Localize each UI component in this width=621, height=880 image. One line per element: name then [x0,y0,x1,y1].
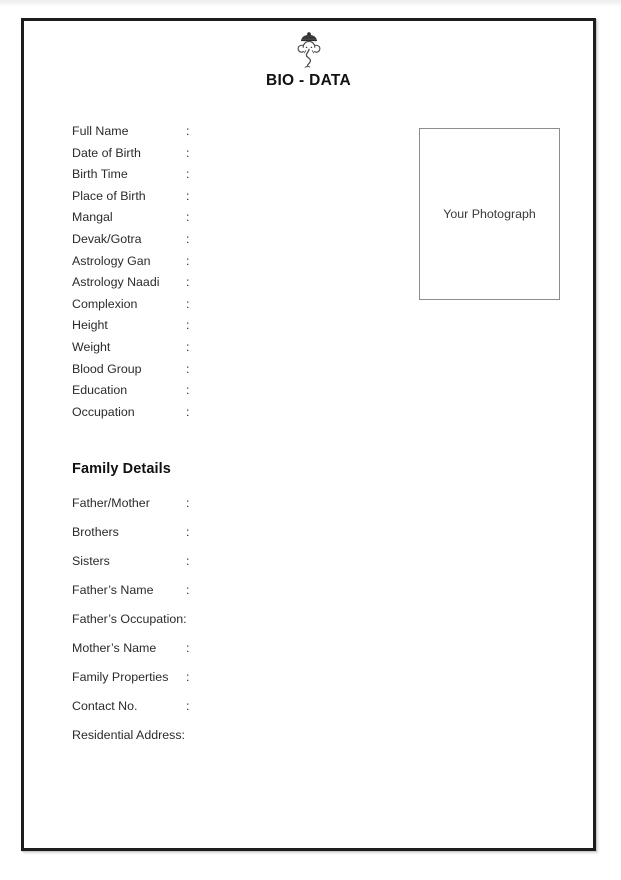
field-separator: : [186,361,190,376]
field-separator: : [186,253,190,268]
document-header: BIO - DATA [24,21,593,90]
field-separator: : [181,728,185,742]
field-label: Family Properties [72,670,169,684]
field-row-astrology-gan: Astrology Gan : [72,251,402,273]
field-label: Father’s Name [72,583,154,597]
field-row-fathers-name: Father’s Name : [72,576,412,605]
field-separator: : [186,231,190,246]
field-row-fathers-occupation: Father’s Occupation : [72,605,412,634]
field-separator: : [186,145,190,160]
field-separator: : [186,210,190,225]
field-label: Astrology Gan [72,253,151,268]
field-row-full-name: Full Name : [72,121,402,143]
field-label: Astrology Naadi [72,275,160,290]
field-label: Sisters [72,554,110,568]
photo-placeholder-caption: Your Photograph [443,207,536,221]
ganesha-icon [24,31,593,69]
field-label: Occupation [72,404,135,419]
field-separator: : [186,296,190,311]
family-details-list: Father/Mother : Brothers : Sisters : Fat… [72,489,412,750]
field-row-blood-group: Blood Group : [72,359,402,381]
field-row-contact-no: Contact No. : [72,692,412,721]
field-separator: : [186,554,190,568]
field-label: Full Name [72,124,129,138]
field-row-date-of-birth: Date of Birth : [72,143,402,165]
field-separator: : [186,583,190,597]
field-row-residential-address: Residential Address : [72,721,412,750]
field-row-education: Education : [72,380,402,402]
field-separator: : [186,275,190,290]
field-label: Brothers [72,525,119,539]
field-separator: : [186,339,190,354]
field-separator: : [186,641,190,655]
field-row-brothers: Brothers : [72,518,412,547]
field-separator: : [186,699,190,713]
field-label: Father’s Occupation [72,612,184,626]
field-row-devak-gotra: Devak/Gotra : [72,229,402,251]
field-label: Complexion [72,296,138,311]
field-label: Mother’s Name [72,641,157,655]
field-row-birth-time: Birth Time : [72,164,402,186]
field-separator: : [186,525,190,539]
field-label: Education [72,383,128,398]
page-title: BIO - DATA [265,72,352,89]
field-label: Weight [72,339,111,354]
field-row-weight: Weight : [72,337,402,359]
field-label: Father/Mother [72,496,150,510]
field-row-astrology-naadi: Astrology Naadi : [72,272,402,294]
field-row-place-of-birth: Place of Birth : [72,186,402,208]
field-label: Residential Address [72,728,182,742]
field-row-family-properties: Family Properties : [72,663,412,692]
field-label: Height [72,318,108,333]
field-row-mothers-name: Mother’s Name : [72,634,412,663]
field-label: Devak/Gotra [72,231,142,246]
top-gray-band [0,0,621,7]
field-label: Date of Birth [72,145,141,160]
field-row-sisters: Sisters : [72,547,412,576]
field-row-occupation: Occupation : [72,402,402,424]
field-separator: : [186,188,190,203]
field-row-father-mother: Father/Mother : [72,489,412,518]
field-separator: : [186,496,190,510]
field-row-height: Height : [72,315,402,337]
photo-placeholder-box[interactable]: Your Photograph [419,128,560,300]
field-separator: : [186,167,190,182]
field-label: Birth Time [72,167,128,182]
field-row-complexion: Complexion : [72,294,402,316]
field-separator: : [186,124,190,138]
field-separator: : [186,670,190,684]
field-label: Contact No. [72,699,138,713]
family-details-heading: Family Details [72,461,171,477]
field-separator: : [186,404,190,419]
field-separator: : [186,318,190,333]
biodata-page: BIO - DATA Full Name : Date of Birth : B… [21,18,596,851]
field-row-mangal: Mangal : [72,207,402,229]
field-label: Mangal [72,210,113,225]
field-label: Place of Birth [72,188,146,203]
personal-details-list: Full Name : Date of Birth : Birth Time :… [72,121,402,423]
field-separator: : [183,612,187,626]
field-separator: : [186,383,190,398]
field-label: Blood Group [72,361,142,376]
